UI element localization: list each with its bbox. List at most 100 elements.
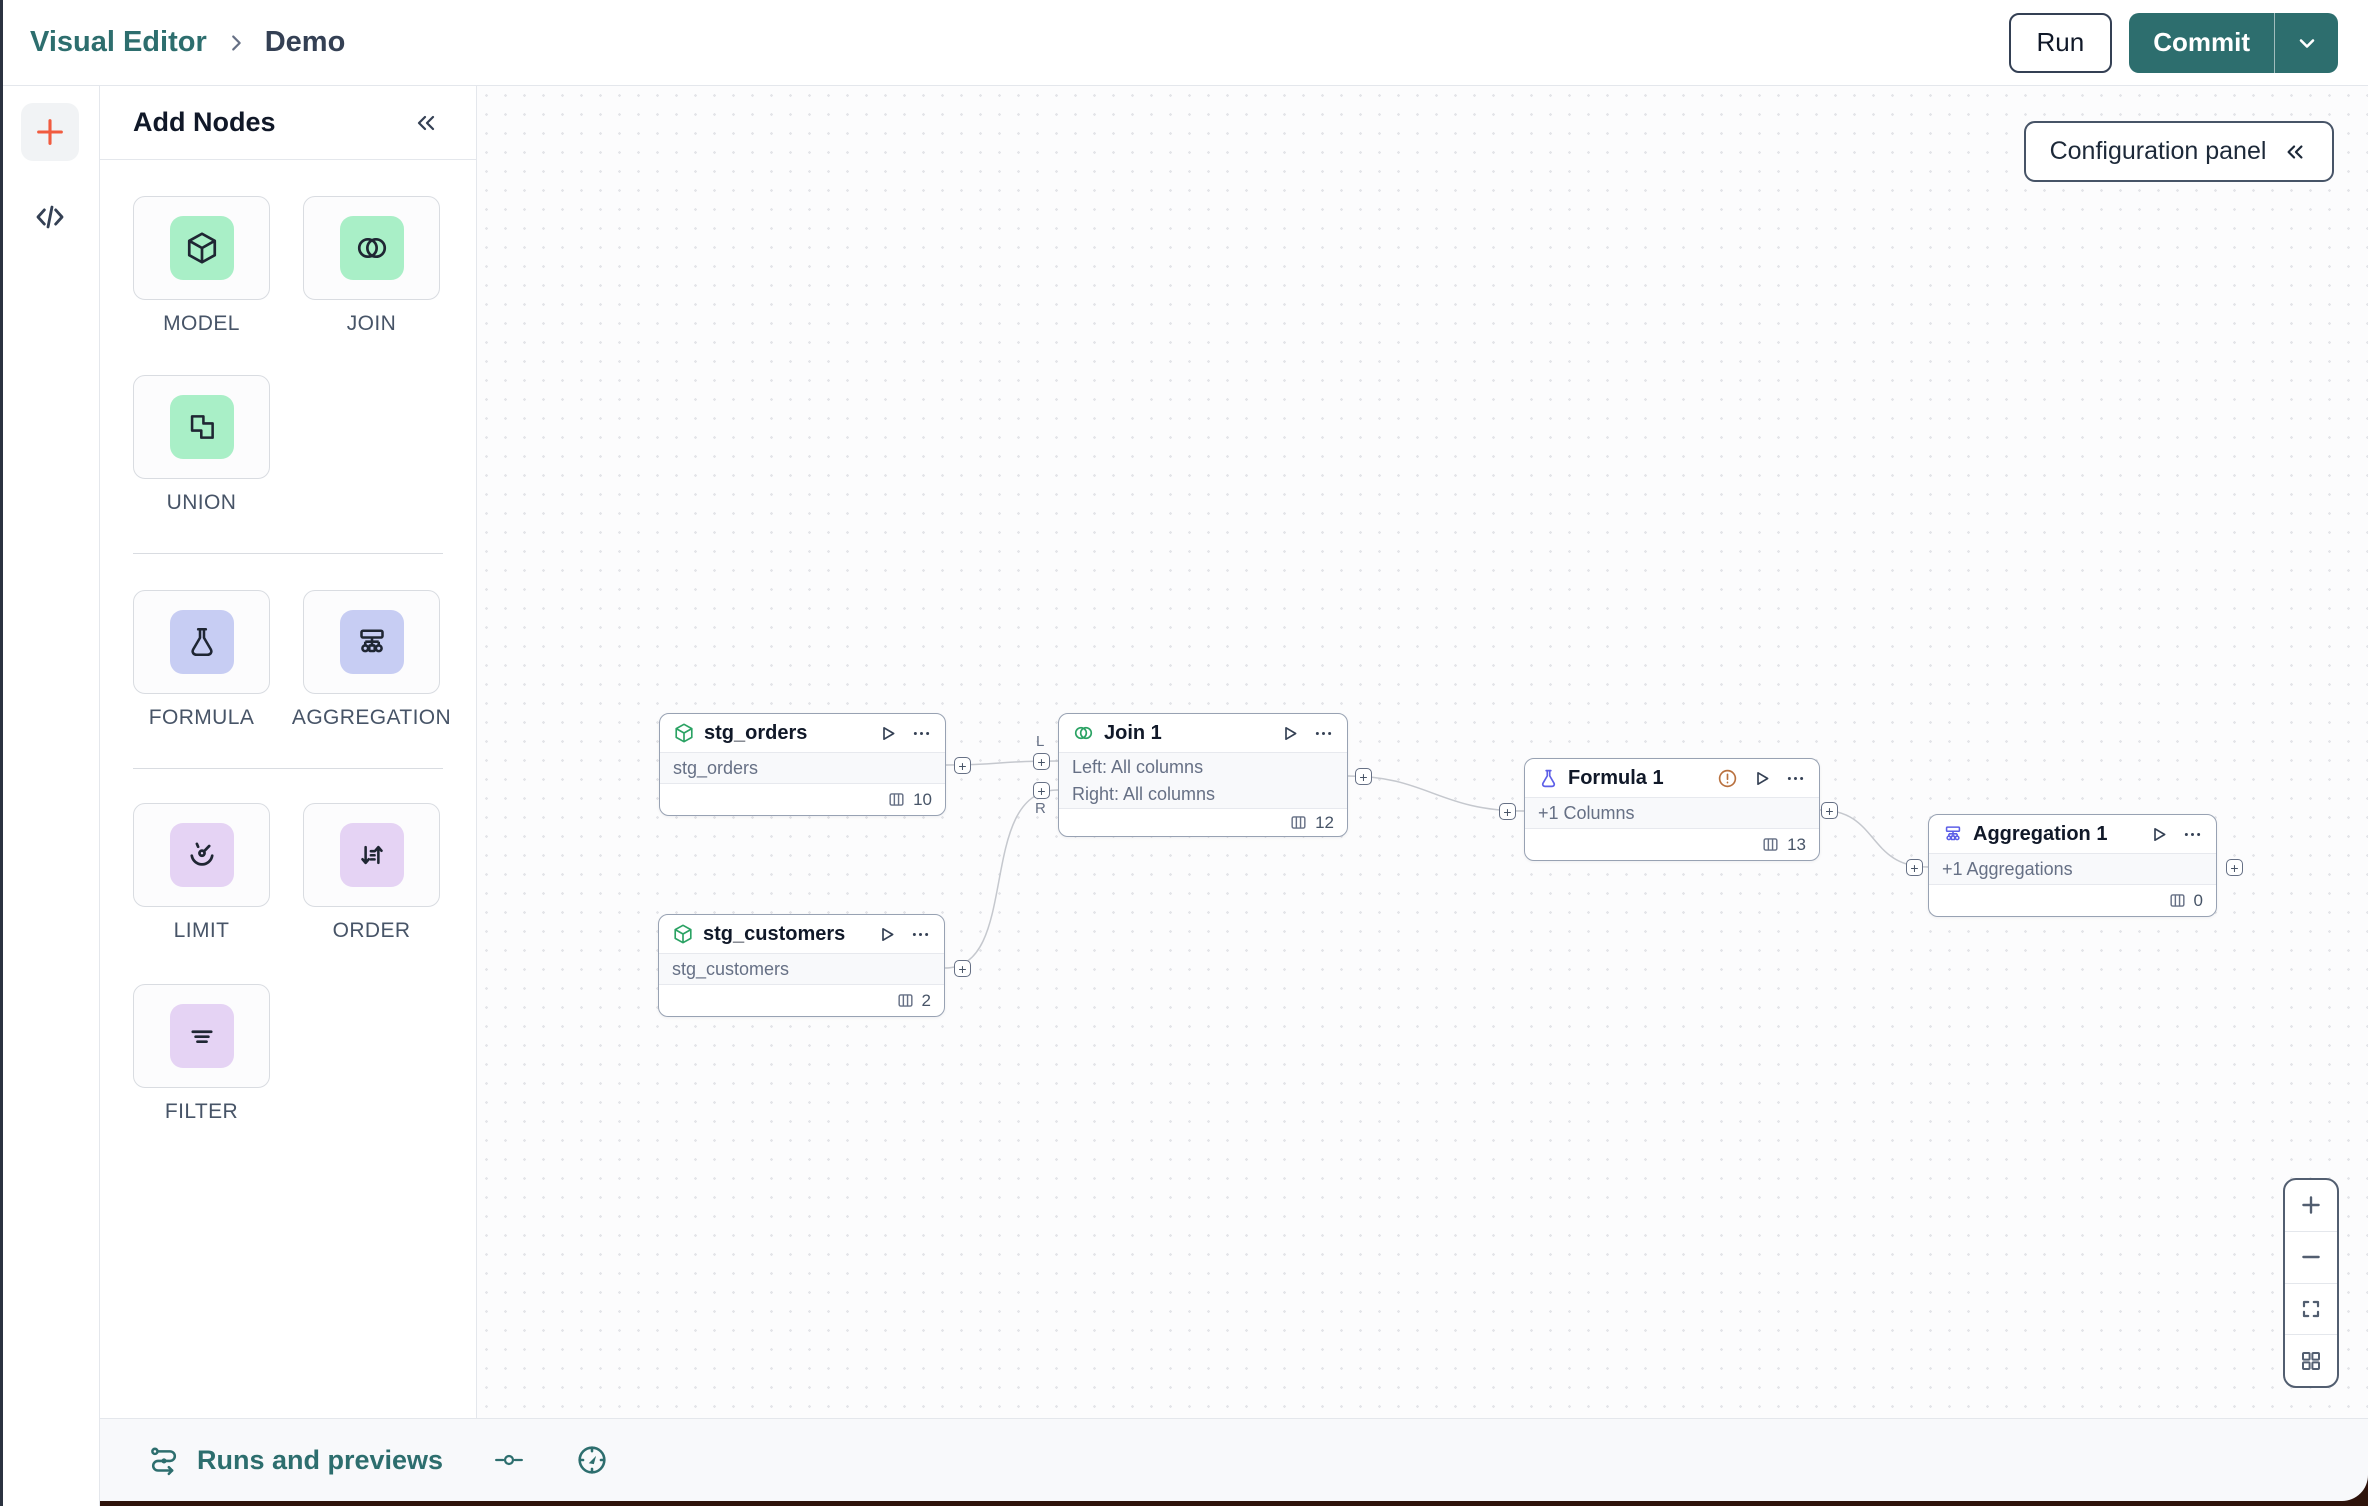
formula-summary: +1 Columns — [1538, 802, 1635, 823]
node-menu-button[interactable] — [911, 723, 932, 744]
fullscreen-icon — [2302, 1300, 2320, 1317]
node-run-button[interactable] — [1279, 723, 1300, 744]
add-nodes-title: Add Nodes — [133, 107, 276, 137]
join-left-config: Left: All columns — [1072, 757, 1204, 778]
play-icon — [1757, 771, 1769, 785]
port-aggregation-output[interactable]: + — [2226, 859, 2243, 876]
ellipsis-icon — [912, 932, 929, 936]
window-edge — [0, 0, 3, 1506]
column-count: 12 — [1315, 812, 1334, 832]
port-join-left-input[interactable]: + — [1033, 753, 1050, 770]
node-run-button[interactable] — [1751, 768, 1772, 789]
runs-and-previews-label[interactable]: Runs and previews — [197, 1445, 443, 1476]
pipeline-flow-icon — [151, 1447, 176, 1476]
column-count: 2 — [921, 990, 931, 1010]
node-run-button[interactable] — [877, 723, 898, 744]
left-icon-rail — [0, 86, 100, 1506]
flow-canvas[interactable]: Configuration panel stg_orders stg_order… — [477, 86, 2368, 1418]
node-stg-customers[interactable]: stg_customers stg_customers 2 — [658, 914, 945, 1017]
tile-aggregation[interactable]: AGGREGATION — [292, 590, 451, 730]
tile-label: FILTER — [164, 1100, 239, 1123]
node-title: Aggregation 1 — [1973, 822, 2108, 845]
panel-divider — [133, 553, 443, 554]
node-join-1[interactable]: Join 1 Left: All columns Right: All colu… — [1058, 713, 1348, 837]
port-join-output[interactable]: + — [1355, 768, 1372, 785]
tile-order[interactable]: ORDER — [303, 803, 440, 943]
node-source-label: stg_customers — [672, 958, 790, 979]
node-title: Join 1 — [1104, 721, 1162, 744]
node-formula-1[interactable]: Formula 1 +1 Columns 13 — [1524, 758, 1820, 861]
tile-filter[interactable]: FILTER — [133, 984, 270, 1124]
tile-model[interactable]: MODEL — [133, 196, 270, 336]
node-aggregation-1[interactable]: Aggregation 1 +1 Aggregations 0 — [1928, 814, 2217, 917]
ellipsis-icon — [913, 731, 930, 735]
commit-node-icon[interactable] — [489, 1446, 529, 1474]
tile-formula[interactable]: FORMULA — [133, 590, 270, 730]
join-right-port-label: R — [1035, 800, 1046, 817]
commit-dropdown-button[interactable] — [2274, 12, 2338, 73]
node-title: Formula 1 — [1568, 766, 1664, 789]
union-icon — [190, 415, 214, 439]
tile-label: ORDER — [332, 919, 411, 942]
node-run-button[interactable] — [2148, 824, 2169, 845]
compass-icon[interactable] — [575, 1443, 609, 1477]
play-icon — [883, 726, 895, 740]
tile-union[interactable]: UNION — [133, 375, 270, 515]
node-menu-button[interactable] — [1313, 723, 1334, 744]
breadcrumb-visual-editor-link[interactable]: Visual Editor — [30, 26, 207, 59]
node-stg-orders[interactable]: stg_orders stg_orders 10 — [659, 713, 946, 816]
columns-icon — [2169, 894, 2185, 907]
tile-join[interactable]: JOIN — [303, 196, 440, 336]
columns-icon — [897, 994, 913, 1007]
node-menu-button[interactable] — [910, 924, 931, 945]
port-aggregation-input[interactable]: + — [1906, 859, 1923, 876]
configuration-panel-label: Configuration panel — [2049, 137, 2267, 165]
join-right-config: Right: All columns — [1072, 783, 1216, 804]
aggregation-summary: +1 Aggregations — [1942, 858, 2073, 879]
node-menu-button[interactable] — [1785, 768, 1806, 789]
breadcrumb: Visual Editor Demo — [30, 26, 345, 59]
runs-and-previews-tab[interactable] — [147, 1444, 181, 1476]
node-menu-button[interactable] — [2182, 824, 2203, 845]
port-join-right-input[interactable]: + — [1033, 782, 1050, 799]
join-circles-icon — [1074, 726, 1093, 740]
fit-view-button[interactable] — [2285, 1282, 2337, 1335]
join-circles-icon — [357, 237, 386, 259]
zoom-out-button[interactable] — [2285, 1230, 2337, 1283]
code-icon — [36, 205, 64, 229]
join-left-port-label: L — [1036, 733, 1045, 750]
port-stg-orders-output[interactable]: + — [954, 757, 971, 774]
column-count: 13 — [1787, 834, 1806, 854]
port-formula-input[interactable]: + — [1499, 803, 1516, 820]
port-stg-customers-output[interactable]: + — [954, 960, 971, 977]
add-node-rail-button[interactable] — [21, 103, 79, 161]
double-chevron-left-icon — [2287, 144, 2303, 159]
port-formula-output[interactable]: + — [1821, 802, 1838, 819]
filter-lines-icon — [190, 1030, 213, 1044]
layout-grid-button[interactable] — [2285, 1334, 2337, 1386]
tile-label: MODEL — [163, 312, 240, 335]
ellipsis-icon — [2184, 832, 2201, 836]
aggregation-icon — [359, 629, 384, 653]
node-run-button[interactable] — [876, 924, 897, 945]
columns-icon — [1763, 838, 1778, 851]
node-source-label: stg_orders — [673, 757, 759, 778]
flask-icon — [190, 627, 213, 657]
model-cube-icon — [674, 924, 692, 944]
breadcrumb-current-page: Demo — [264, 26, 346, 58]
tile-label: UNION — [166, 491, 237, 514]
code-view-rail-button[interactable] — [21, 196, 79, 238]
tile-limit[interactable]: LIMIT — [133, 803, 270, 943]
tile-label: FORMULA — [148, 706, 255, 729]
zoom-in-button[interactable] — [2285, 1180, 2337, 1231]
top-bar: Visual Editor Demo Run Commit — [0, 0, 2368, 86]
bottom-bar: Runs and previews — [100, 1418, 2368, 1501]
collapse-panel-button[interactable] — [412, 111, 440, 135]
ellipsis-icon — [1787, 776, 1804, 780]
visual-editor-app: Visual Editor Demo Run Commit Add Nodes … — [0, 0, 2368, 1506]
panel-divider — [133, 768, 443, 769]
grid-icon — [2302, 1351, 2320, 1370]
run-button[interactable]: Run — [2008, 12, 2113, 73]
commit-button[interactable]: Commit — [2129, 13, 2274, 73]
configuration-panel-toggle[interactable]: Configuration panel — [2024, 121, 2334, 182]
